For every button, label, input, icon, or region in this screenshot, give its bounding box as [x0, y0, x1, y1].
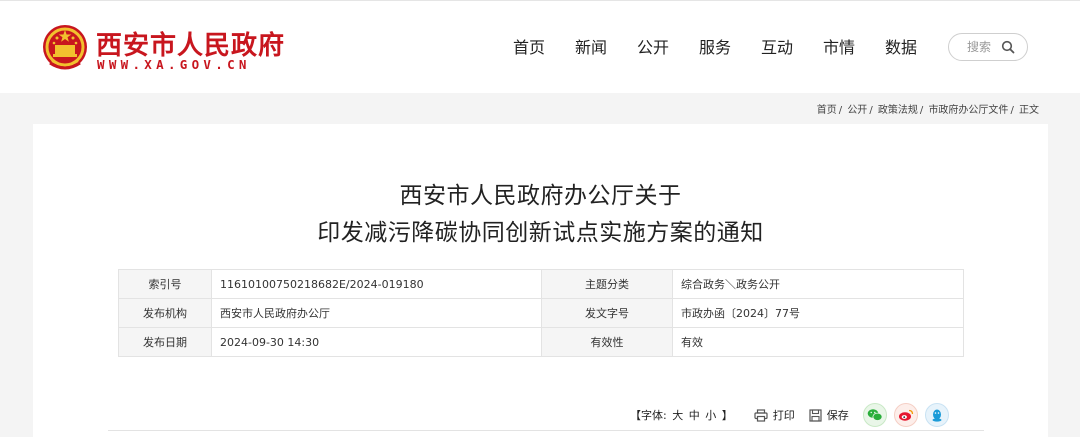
share-weibo-button[interactable] — [893, 403, 918, 427]
print-button[interactable]: 打印 — [754, 407, 795, 423]
save-icon — [809, 408, 822, 422]
save-button[interactable]: 保存 — [809, 407, 849, 423]
table-row: 索引号 11610100750218682E/2024-019180 主题分类 … — [118, 269, 964, 299]
search-box[interactable]: 搜索 — [948, 33, 1028, 61]
weibo-icon — [898, 409, 913, 421]
font-size-large[interactable]: 大 — [672, 409, 683, 422]
meta-issuer-label: 发布机构 — [118, 298, 212, 328]
meta-index-value: 11610100750218682E/2024-019180 — [211, 269, 542, 299]
nav-item-service[interactable]: 服务 — [684, 35, 746, 61]
meta-validity-label: 有效性 — [541, 327, 673, 357]
breadcrumb-item-office-docs[interactable]: 市政府办公厅文件 — [928, 105, 1008, 116]
site-url: WWW.XA.GOV.CN — [97, 57, 251, 72]
share-wechat-button[interactable] — [862, 403, 887, 427]
font-size-medium[interactable]: 中 — [689, 409, 700, 422]
qq-icon — [932, 409, 942, 422]
meta-validity-value: 有效 — [672, 327, 964, 357]
article-title-line2: 印发减污降碳协同创新试点实施方案的通知 — [317, 220, 764, 246]
meta-date-label: 发布日期 — [118, 327, 212, 357]
search-placeholder: 搜索 — [967, 40, 992, 54]
breadcrumb-separator: / — [1010, 105, 1014, 116]
article-title-line1: 西安市人民政府办公厅关于 — [399, 183, 682, 209]
breadcrumb-separator: / — [919, 105, 924, 116]
site-logo[interactable]: 西安市人民政府 WWW.XA.GOV.CN — [40, 19, 284, 79]
meta-topic-label: 主题分类 — [541, 269, 673, 299]
breadcrumb-separator: / — [869, 105, 873, 116]
nav-item-city[interactable]: 市情 — [808, 35, 870, 61]
font-size-switcher: 【字体: 大 中 小 】 — [629, 407, 734, 423]
meta-doc-no-label: 发文字号 — [541, 298, 673, 328]
search-icon[interactable] — [1001, 40, 1015, 54]
table-row: 发布日期 2024-09-30 14:30 有效性 有效 — [118, 327, 964, 357]
breadcrumb: 首页 / 公开 / 政策法规 / 市政府办公厅文件 / 正文 — [816, 101, 1040, 116]
wechat-icon — [867, 409, 883, 421]
nav-item-public[interactable]: 公开 — [622, 35, 684, 61]
font-size-close: 】 — [721, 409, 733, 422]
breadcrumb-separator: / — [838, 105, 843, 116]
breadcrumb-item-public[interactable]: 公开 — [847, 105, 867, 116]
meta-issuer-value: 西安市人民政府办公厅 — [211, 298, 542, 328]
printer-icon — [754, 408, 768, 422]
meta-topic-value: 综合政务＼政务公开 — [672, 269, 964, 299]
print-label: 打印 — [772, 409, 795, 422]
site-header: 西安市人民政府 WWW.XA.GOV.CN 首页 新闻 公开 服务 互动 市情 … — [0, 0, 1080, 93]
nav-item-home[interactable]: 首页 — [498, 35, 560, 61]
meta-doc-no-value: 市政办函〔2024〕77号 — [672, 298, 964, 328]
article-panel: 西安市人民政府办公厅关于 印发减污降碳协同创新试点实施方案的通知 索引号 116… — [33, 124, 1048, 437]
save-label: 保存 — [826, 409, 849, 422]
national-emblem-icon — [43, 25, 87, 70]
table-row: 发布机构 西安市人民政府办公厅 发文字号 市政办函〔2024〕77号 — [118, 298, 964, 328]
article-tools: 【字体: 大 中 小 】 打印 保存 — [629, 402, 956, 428]
font-size-label: 【字体: — [630, 409, 667, 422]
main-nav: 首页 新闻 公开 服务 互动 市情 数据 — [498, 35, 932, 61]
font-size-small[interactable]: 小 — [705, 409, 716, 422]
breadcrumb-item-home[interactable]: 首页 — [817, 105, 837, 116]
nav-item-news[interactable]: 新闻 — [560, 35, 622, 61]
breadcrumb-item-policy[interactable]: 政策法规 — [878, 105, 918, 116]
meta-index-label: 索引号 — [118, 269, 212, 299]
meta-date-value: 2024-09-30 14:30 — [211, 327, 542, 357]
nav-item-data[interactable]: 数据 — [870, 35, 932, 61]
nav-item-interact[interactable]: 互动 — [746, 35, 808, 61]
document-meta-table: 索引号 11610100750218682E/2024-019180 主题分类 … — [118, 269, 964, 357]
breadcrumb-item-current: 正文 — [1019, 105, 1039, 116]
share-qq-button[interactable] — [924, 403, 949, 427]
tools-divider — [108, 430, 984, 431]
